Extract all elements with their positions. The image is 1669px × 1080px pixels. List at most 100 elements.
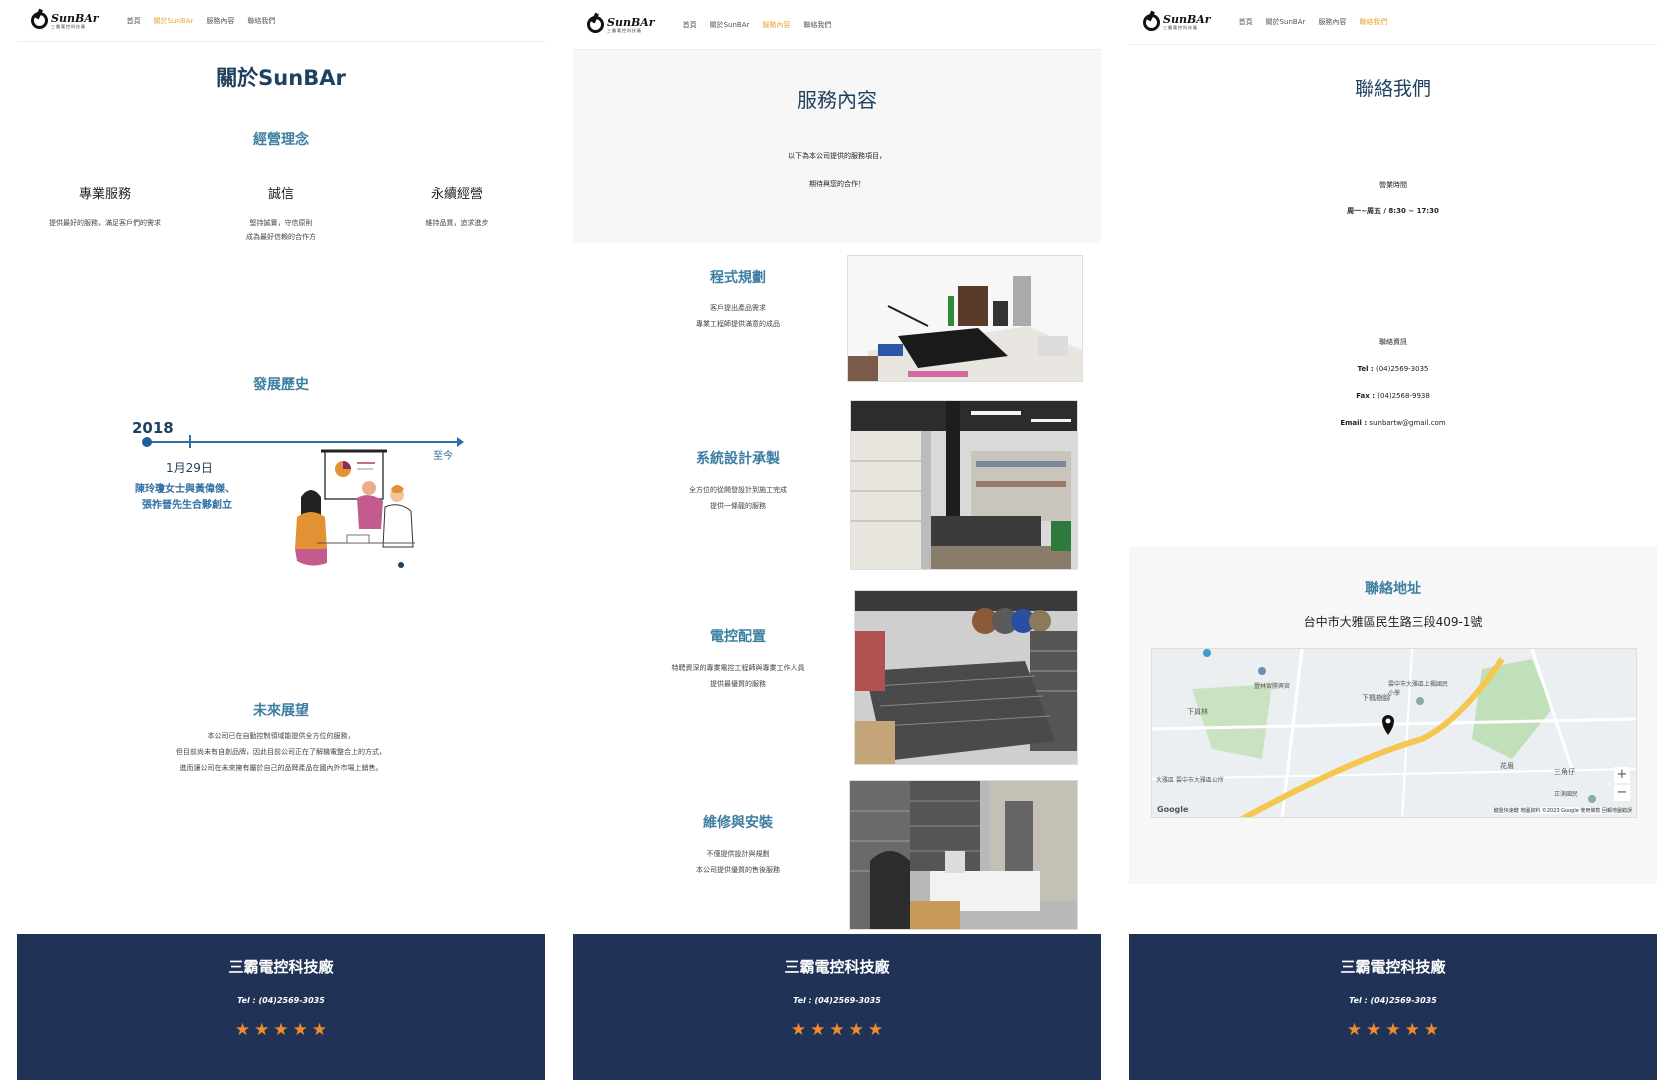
service-photo-electrical xyxy=(854,590,1078,765)
service-photo-programming xyxy=(847,255,1083,382)
value-desc: 提供最好的服務，滿足客戶們的需求 xyxy=(49,219,161,227)
star-icon: ★ xyxy=(867,1020,884,1040)
email-link[interactable]: sunbartw@gmail.com xyxy=(1369,419,1445,427)
logo[interactable]: SunBAr 三霸電控科技廠 xyxy=(587,16,655,33)
footer-rating: ★ ★ ★ ★ ★ xyxy=(1129,1020,1657,1040)
star-icon: ★ xyxy=(1346,1020,1363,1040)
nav-about[interactable]: 關於SunBAr xyxy=(154,16,194,26)
logo[interactable]: SunBAr 三霸電控科技廠 xyxy=(1143,13,1211,31)
footer-tel: Tel : (04)2569-3035 xyxy=(793,996,881,1005)
service-desc-line: 全方位的從開發設計到施工完成 xyxy=(689,486,787,494)
star-icon: ★ xyxy=(292,1020,308,1040)
nav-services[interactable]: 服務內容 xyxy=(1318,17,1346,27)
future-line: 本公司已在自動控制領域能提供全方位的服務， xyxy=(207,732,355,740)
map-label: 下楓樹腳 xyxy=(1362,694,1390,702)
history-timeline: 2018 至今 1月29日 陳玲瓊女士與黃偉傑、 張祚晉先生合夥創立 xyxy=(117,415,477,568)
service-title: 程式規劃 xyxy=(710,270,766,286)
future-line: 進而讓公司在未來擁有屬於自己的品牌產品在國內外市場上銷售。 xyxy=(179,764,383,772)
nav-about[interactable]: 關於SunBAr xyxy=(1266,17,1306,27)
service-title: 系統設計承製 xyxy=(696,451,780,467)
contact-page: SunBAr 三霸電控科技廠 首頁 關於SunBAr 服務內容 聯絡我們 聯絡我… xyxy=(1129,0,1657,1080)
map-label: 下員林 xyxy=(1187,708,1208,716)
about-page: SunBAr 三霸電控科技廠 首頁 關於SunBAr 服務內容 聯絡我們 關於S… xyxy=(17,0,545,1080)
footer: 三霸電控科技廠 Tel : (04)2569-3035 ★ ★ ★ ★ ★ xyxy=(17,934,545,1080)
value-desc: 堅持誠實，守信原則 xyxy=(249,219,313,227)
intro-line: 以下為本公司提供的服務項目， xyxy=(788,152,886,160)
value-professional: 專業服務 提供最好的服務，滿足客戶們的需求 xyxy=(17,183,193,244)
star-icon: ★ xyxy=(1366,1020,1382,1040)
service-desc: 不僅提供設計與規劃 本公司提供優質的售後服務 xyxy=(623,846,853,878)
timeline-date: 1月29日 xyxy=(166,461,213,475)
hours-value: 周一~周五 / 8:30 ~ 17:30 xyxy=(1347,207,1439,215)
map-label: 豐林宮勝興宮 xyxy=(1254,683,1291,690)
future-text: 本公司已在自動控制領域能提供全方位的服務， 但目前尚未有自創品牌，因此目前公司正… xyxy=(17,728,545,776)
logo-name: SunBAr xyxy=(1163,13,1211,26)
footer-company-name: 三霸電控科技廠 xyxy=(228,958,334,976)
service-photo-repair xyxy=(849,780,1078,930)
timeline-founders-2: 張祚晉先生合夥創立 xyxy=(142,500,232,511)
nav-services[interactable]: 服務內容 xyxy=(762,20,790,30)
timeline-tick xyxy=(189,435,191,448)
email-label: Email : xyxy=(1340,419,1368,427)
logo-icon xyxy=(31,12,48,29)
footer-tel: Tel : (04)2569-3035 xyxy=(237,996,325,1005)
business-hours: 營業時間 周一~周五 / 8:30 ~ 17:30 xyxy=(1129,177,1657,219)
services-header-band xyxy=(573,48,1101,243)
service-desc-line: 不僅提供設計與規劃 xyxy=(706,850,770,858)
nav-contact[interactable]: 聯絡我們 xyxy=(1359,17,1387,27)
nav-about[interactable]: 關於SunBAr xyxy=(710,20,750,30)
footer-company-name: 三霸電控科技廠 xyxy=(1340,958,1446,976)
info-label: 聯絡資訊 xyxy=(1379,338,1407,346)
google-logo: Google xyxy=(1157,805,1189,814)
logo-icon xyxy=(1143,13,1160,31)
logo[interactable]: SunBAr 三霸電控科技廠 xyxy=(31,12,99,29)
service-desc: 全方位的從開發設計到施工完成 提供一條龍的服務 xyxy=(623,482,853,514)
nav-home[interactable]: 首頁 xyxy=(127,16,141,26)
tel-line: Tel : (04)2569-3035 xyxy=(1129,361,1657,377)
footer: 三霸電控科技廠 Tel : (04)2569-3035 ★ ★ ★ ★ ★ xyxy=(1129,934,1657,1080)
service-desc-line: 專業工程師提供滿意的成品 xyxy=(696,320,780,328)
tel-label: Tel : xyxy=(1357,365,1374,373)
map-label: 正湳國民 xyxy=(1554,791,1579,798)
logo-name: SunBAr xyxy=(607,15,655,29)
footer-tel: Tel : (04)2569-3035 xyxy=(1349,996,1437,1005)
zoom-in-button[interactable]: + xyxy=(1614,767,1630,783)
map-credit[interactable]: 鍵盤快速鍵 地圖資料 ©2023 Google 使用條款 回報地圖錯誤 xyxy=(1493,807,1632,814)
fax-value: (04)2568-9938 xyxy=(1377,392,1430,400)
zoom-out-button[interactable]: − xyxy=(1614,785,1630,801)
fax-line: Fax : (04)2568-9938 xyxy=(1129,388,1657,404)
logo-icon xyxy=(587,16,604,33)
nav-contact[interactable]: 聯絡我們 xyxy=(247,16,275,26)
star-icon: ★ xyxy=(790,1020,807,1040)
footer-rating: ★ ★ ★ ★ ★ xyxy=(17,1020,545,1040)
nav-services[interactable]: 服務內容 xyxy=(206,16,234,26)
logo-name: SunBAr xyxy=(51,11,99,25)
nav-home[interactable]: 首頁 xyxy=(683,20,697,30)
timeline-year: 2018 xyxy=(132,419,174,437)
timeline-until: 至今 xyxy=(433,451,453,462)
nav-bar: SunBAr 三霸電控科技廠 首頁 關於SunBAr 服務內容 聯絡我們 xyxy=(17,0,545,42)
values-row: 專業服務 提供最好的服務，滿足客戶們的需求 誠信 堅持誠實，守信原則 成為最好信… xyxy=(17,183,545,244)
service-title: 電控配置 xyxy=(710,629,766,645)
value-title: 永續經營 xyxy=(430,187,483,202)
services-page: SunBAr 三霸電控科技廠 首頁 關於SunBAr 服務內容 聯絡我們 服務內… xyxy=(573,0,1101,1080)
star-icon: ★ xyxy=(273,1020,289,1040)
nav-home[interactable]: 首頁 xyxy=(1239,17,1253,27)
value-desc: 成為最好信賴的合作方 xyxy=(246,233,316,241)
footer-company-name: 三霸電控科技廠 xyxy=(784,958,890,976)
nav-contact[interactable]: 聯絡我們 xyxy=(803,20,831,30)
timeline-arrow xyxy=(457,437,464,447)
google-map[interactable]: 下員林 下楓樹腳 大雅區 雲中市大雅區公所 花眉 三角仔 正湳國民 豐林宮勝興宮… xyxy=(1151,648,1637,818)
service-desc-line: 提供最優質的服務 xyxy=(710,680,766,688)
logo-subtitle: 三霸電控科技廠 xyxy=(607,27,642,33)
footer: 三霸電控科技廠 Tel : (04)2569-3035 ★ ★ ★ ★ ★ xyxy=(573,934,1101,1080)
value-title: 誠信 xyxy=(267,187,294,202)
services-intro: 以下為本公司提供的服務項目， 期待與您的合作！ xyxy=(573,148,1101,192)
page-title: 聯絡我們 xyxy=(1354,78,1431,100)
service-desc-line: 提供一條龍的服務 xyxy=(710,502,766,510)
tel-value[interactable]: (04)2569-3035 xyxy=(1376,365,1429,373)
map-label: 三角仔 xyxy=(1554,768,1575,776)
section-title-philosophy: 經營理念 xyxy=(253,132,309,148)
star-icon: ★ xyxy=(1385,1020,1401,1040)
meeting-illustration xyxy=(295,449,415,568)
